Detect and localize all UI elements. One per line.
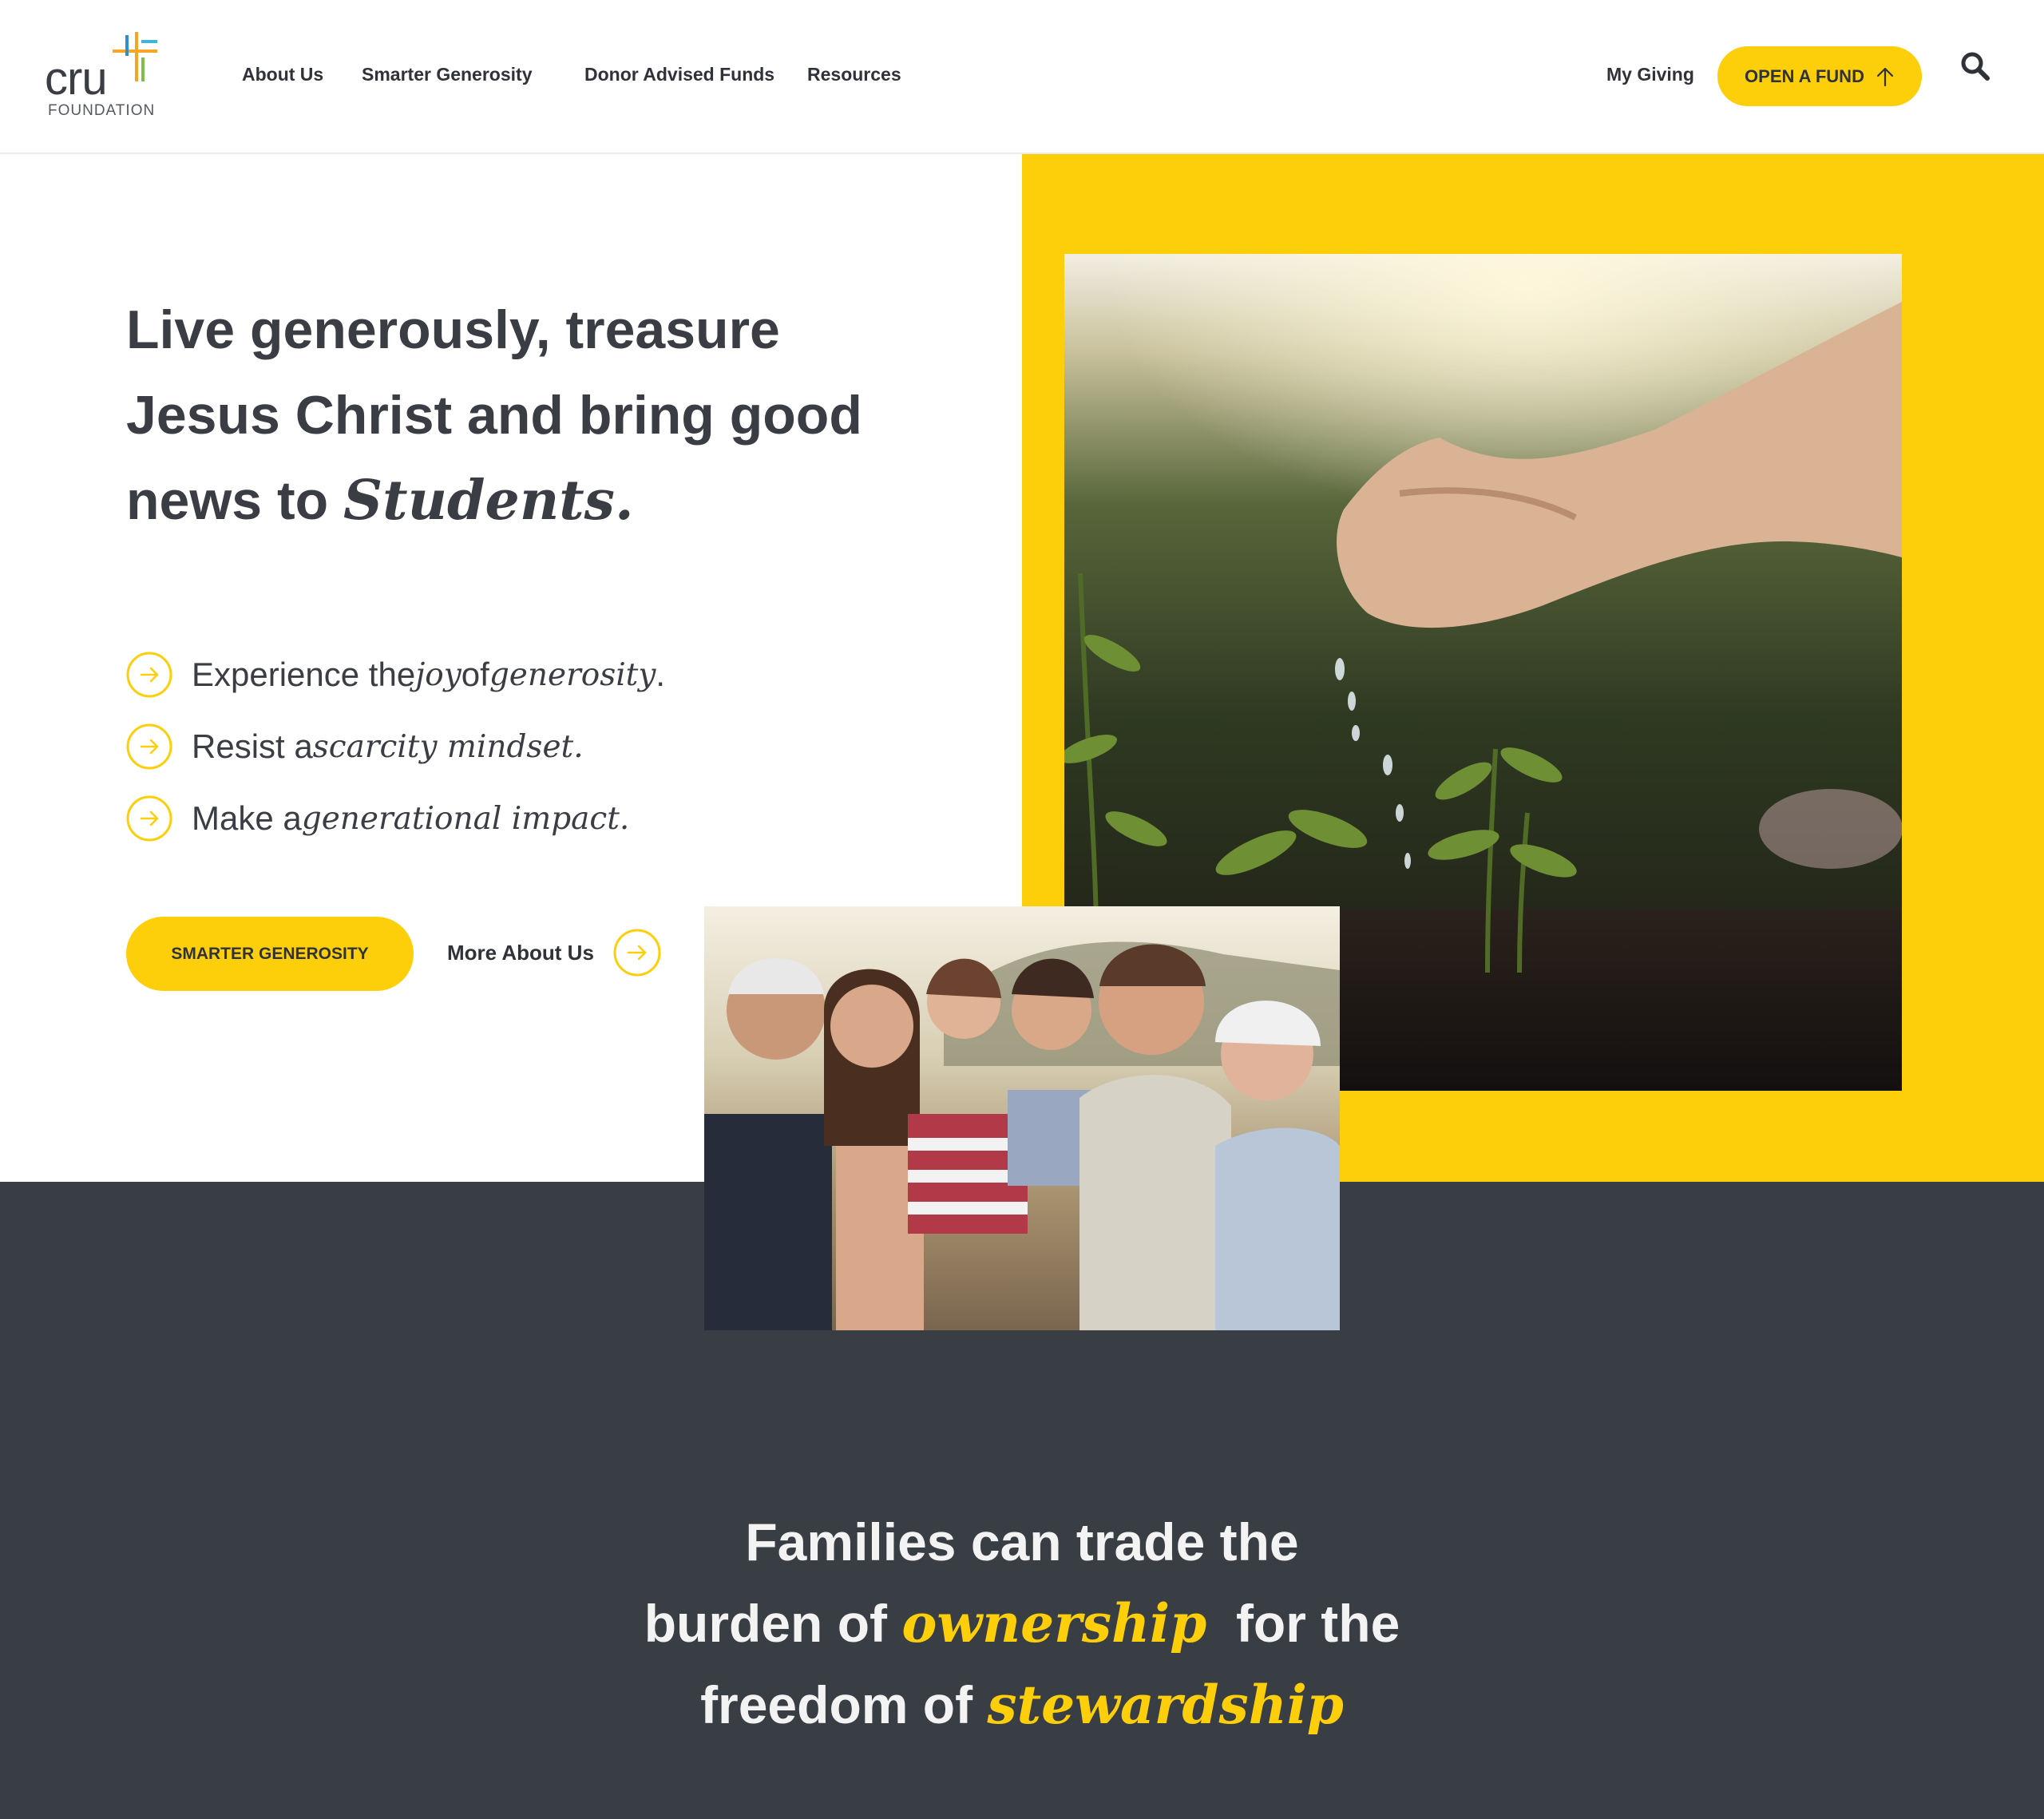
bullet-item: Resist a scarcity mindset. xyxy=(126,723,584,771)
more-about-us-link[interactable]: More About Us xyxy=(447,926,661,979)
logo-cross-icon xyxy=(113,32,157,81)
statement-accent-stewardship: stewardship xyxy=(987,1674,1344,1736)
hero-heading-line3: news to Students. xyxy=(126,458,845,544)
hero-heading-accent: Students. xyxy=(343,469,634,533)
statement-line3: freedom of stewardship xyxy=(463,1664,1581,1746)
bullet-item: Experience the joy of generosity. xyxy=(126,651,665,699)
bullet-item: Make a generational impact. xyxy=(126,795,629,842)
arrow-right-circle-icon xyxy=(126,652,172,698)
bullet-text-pre: Experience the xyxy=(192,656,416,693)
arrow-right-circle-icon xyxy=(126,795,172,842)
statement-line2: burden of ownership for the xyxy=(463,1583,1581,1664)
open-a-fund-label: OPEN A FUND xyxy=(1745,65,1864,86)
bullet-text-italic: generosity xyxy=(489,656,656,693)
happy-family-photo xyxy=(704,906,1340,1330)
nav-donor-advised-funds[interactable]: Donor Advised Funds xyxy=(584,64,774,85)
hero-heading-line3-prefix: news to xyxy=(126,470,344,531)
arrow-up-icon xyxy=(1876,67,1894,86)
bullet-text-italic: joy xyxy=(415,656,461,693)
open-a-fund-button[interactable]: OPEN A FUND xyxy=(1717,46,1922,106)
bullet-text-post: . xyxy=(656,656,666,693)
statement-accent-ownership: ownership xyxy=(901,1592,1207,1655)
statement-line1: Families can trade the xyxy=(745,1512,1299,1571)
bullet-text-pre: Make a xyxy=(192,799,302,837)
hero-heading-line1: Live generously, treasure xyxy=(126,299,780,360)
arrow-right-circle-icon xyxy=(126,723,172,770)
hero-heading: Live generously, treasure Jesus Christ a… xyxy=(126,287,862,544)
bullet-text-pre: Resist a xyxy=(192,727,313,765)
logo-subtitle: FOUNDATION xyxy=(48,102,156,119)
cru-foundation-logo[interactable]: cru FOUNDATION xyxy=(45,29,164,121)
bullet-text-mid: of xyxy=(461,656,489,693)
statement-line2-pre: burden of xyxy=(644,1594,902,1653)
hero-heading-line2: Jesus Christ and bring good xyxy=(126,385,862,446)
statement-line2-post: for the xyxy=(1206,1594,1400,1653)
bullet-text-italic: scarcity mindset. xyxy=(312,728,584,765)
statement-line3-pre: freedom of xyxy=(700,1675,988,1734)
nav-about-us[interactable]: About Us xyxy=(242,64,323,85)
search-icon[interactable] xyxy=(1960,51,1991,81)
family-photo-illustration xyxy=(704,906,1340,1330)
families-statement: Families can trade the burden of ownersh… xyxy=(463,1501,1581,1746)
arrow-right-circle-icon xyxy=(613,929,661,977)
logo-wordmark: cru xyxy=(45,53,108,105)
nav-resources[interactable]: Resources xyxy=(807,64,901,85)
smarter-generosity-button[interactable]: SMARTER GENEROSITY xyxy=(126,917,414,991)
nav-smarter-generosity[interactable]: Smarter Generosity xyxy=(362,64,532,85)
site-header: cru FOUNDATION About Us Smarter Generosi… xyxy=(0,0,2044,154)
bullet-text-italic: generational impact. xyxy=(301,800,630,837)
my-giving-link[interactable]: My Giving xyxy=(1606,64,1694,85)
more-about-us-label: More About Us xyxy=(447,940,594,965)
